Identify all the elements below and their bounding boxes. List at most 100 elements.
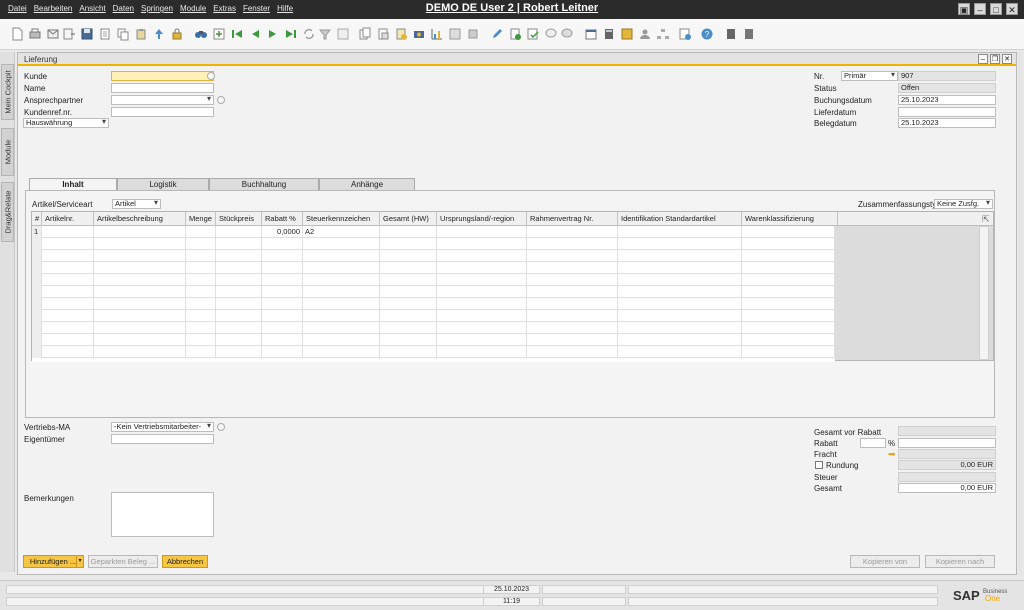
notes-icon[interactable] [724,27,738,41]
lock-icon[interactable] [170,27,184,41]
table-cell[interactable] [380,250,437,262]
table-cell[interactable] [437,238,527,250]
last-record-icon[interactable] [284,27,298,41]
help-icon[interactable]: ? [700,27,714,41]
table-cell[interactable] [303,262,380,274]
new-activity-icon[interactable] [508,27,522,41]
customer-link-icon[interactable] [207,72,215,80]
table-cell[interactable] [94,322,186,334]
table-cell[interactable] [742,310,835,322]
document-date-input[interactable]: 25.10.2023 [898,118,996,128]
table-cell[interactable] [618,322,742,334]
upload-icon[interactable] [152,27,166,41]
table-cell[interactable] [42,298,94,310]
table-cell[interactable] [216,286,262,298]
add-button-dropdown[interactable]: ▾ [76,555,84,568]
item-type-select[interactable]: Artikel [112,199,161,209]
favorites-icon[interactable] [742,27,756,41]
table-cell[interactable] [216,310,262,322]
col-origin-country[interactable]: Ursprungsland/-region [437,212,527,226]
calculator-icon[interactable] [602,27,616,41]
table-cell[interactable] [303,274,380,286]
org-icon[interactable] [656,27,670,41]
doc-close-icon[interactable]: ✕ [1002,54,1012,64]
calendar-icon[interactable] [584,27,598,41]
maximize-icon[interactable]: □ [990,3,1002,15]
table-cell[interactable] [618,346,742,358]
table-cell[interactable] [42,310,94,322]
col-commodity-classification[interactable]: Warenklassifizierung [742,212,838,226]
settings-icon[interactable] [466,27,480,41]
table-cell[interactable] [42,274,94,286]
user-icon[interactable] [638,27,652,41]
table-cell[interactable] [437,274,527,286]
refresh-icon[interactable] [302,27,316,41]
approve-icon[interactable] [526,27,540,41]
table-cell[interactable] [262,286,303,298]
table-cell[interactable] [303,310,380,322]
table-cell[interactable] [42,334,94,346]
side-tab-cockpit[interactable]: Mein Cockpit [1,64,14,120]
table-row[interactable] [32,322,835,334]
table-cell[interactable] [42,262,94,274]
doc-restore-icon[interactable]: ❐ [990,54,1000,64]
sales-employee-select[interactable]: -Kein Vertriebsmitarbeiter- [111,422,214,432]
table-cell[interactable] [186,250,216,262]
remarks-textarea[interactable] [111,492,214,537]
table-cell[interactable] [186,286,216,298]
table-cell[interactable] [742,250,835,262]
customer-ref-input[interactable] [111,107,214,117]
rounding-checkbox[interactable] [815,461,823,469]
table-cell[interactable] [380,262,437,274]
table-cell[interactable] [437,286,527,298]
table-cell[interactable] [262,346,303,358]
target-document-icon[interactable] [376,27,390,41]
save-icon[interactable] [80,27,94,41]
table-cell[interactable] [186,346,216,358]
table-cell[interactable] [216,322,262,334]
layout-icon[interactable] [448,27,462,41]
table-cell[interactable] [742,274,835,286]
col-blanket-agreement[interactable]: Rahmenvertrag Nr. [527,212,618,226]
currency-select[interactable]: Hauswährung [23,118,109,128]
filter-icon[interactable] [318,27,332,41]
table-row[interactable] [32,310,835,322]
owner-input[interactable] [111,434,214,444]
table-cell[interactable] [380,286,437,298]
table-cell[interactable] [742,346,835,358]
table-cell[interactable] [262,250,303,262]
first-record-icon[interactable] [230,27,244,41]
table-cell[interactable] [303,334,380,346]
table-cell[interactable] [618,310,742,322]
chat-icon[interactable] [560,27,574,41]
table-cell[interactable] [527,310,618,322]
table-cell[interactable] [303,346,380,358]
table-cell[interactable] [216,274,262,286]
table-cell[interactable] [42,238,94,250]
table-cell[interactable] [437,322,527,334]
table-cell[interactable] [186,262,216,274]
table-cell[interactable] [216,298,262,310]
paste-icon[interactable] [134,27,148,41]
new-document-icon[interactable] [10,27,24,41]
table-cell[interactable] [303,238,380,250]
table-row[interactable] [32,274,835,286]
main-scrollbar[interactable] [1018,52,1023,575]
table-row[interactable] [32,250,835,262]
table-cell[interactable] [437,310,527,322]
table-cell[interactable] [303,298,380,310]
table-row[interactable] [32,346,835,358]
edit-icon[interactable] [490,27,504,41]
side-tab-drag-relate[interactable]: Drag&Relate [1,182,14,242]
doc-minimize-icon[interactable]: – [978,54,988,64]
table-cell[interactable] [527,298,618,310]
table-cell[interactable] [437,298,527,310]
series-select[interactable]: Primär [841,71,898,81]
col-item-description[interactable]: Artikelbeschreibung [94,212,186,226]
sales-employee-link-icon[interactable] [217,423,225,431]
base-document-icon[interactable] [358,27,372,41]
col-item-number[interactable]: Artikelnr. [42,212,94,226]
table-row[interactable]: 1 0,0000 A2 [32,226,835,238]
tab-logistik[interactable]: Logistik [117,178,209,190]
table-cell[interactable] [742,334,835,346]
